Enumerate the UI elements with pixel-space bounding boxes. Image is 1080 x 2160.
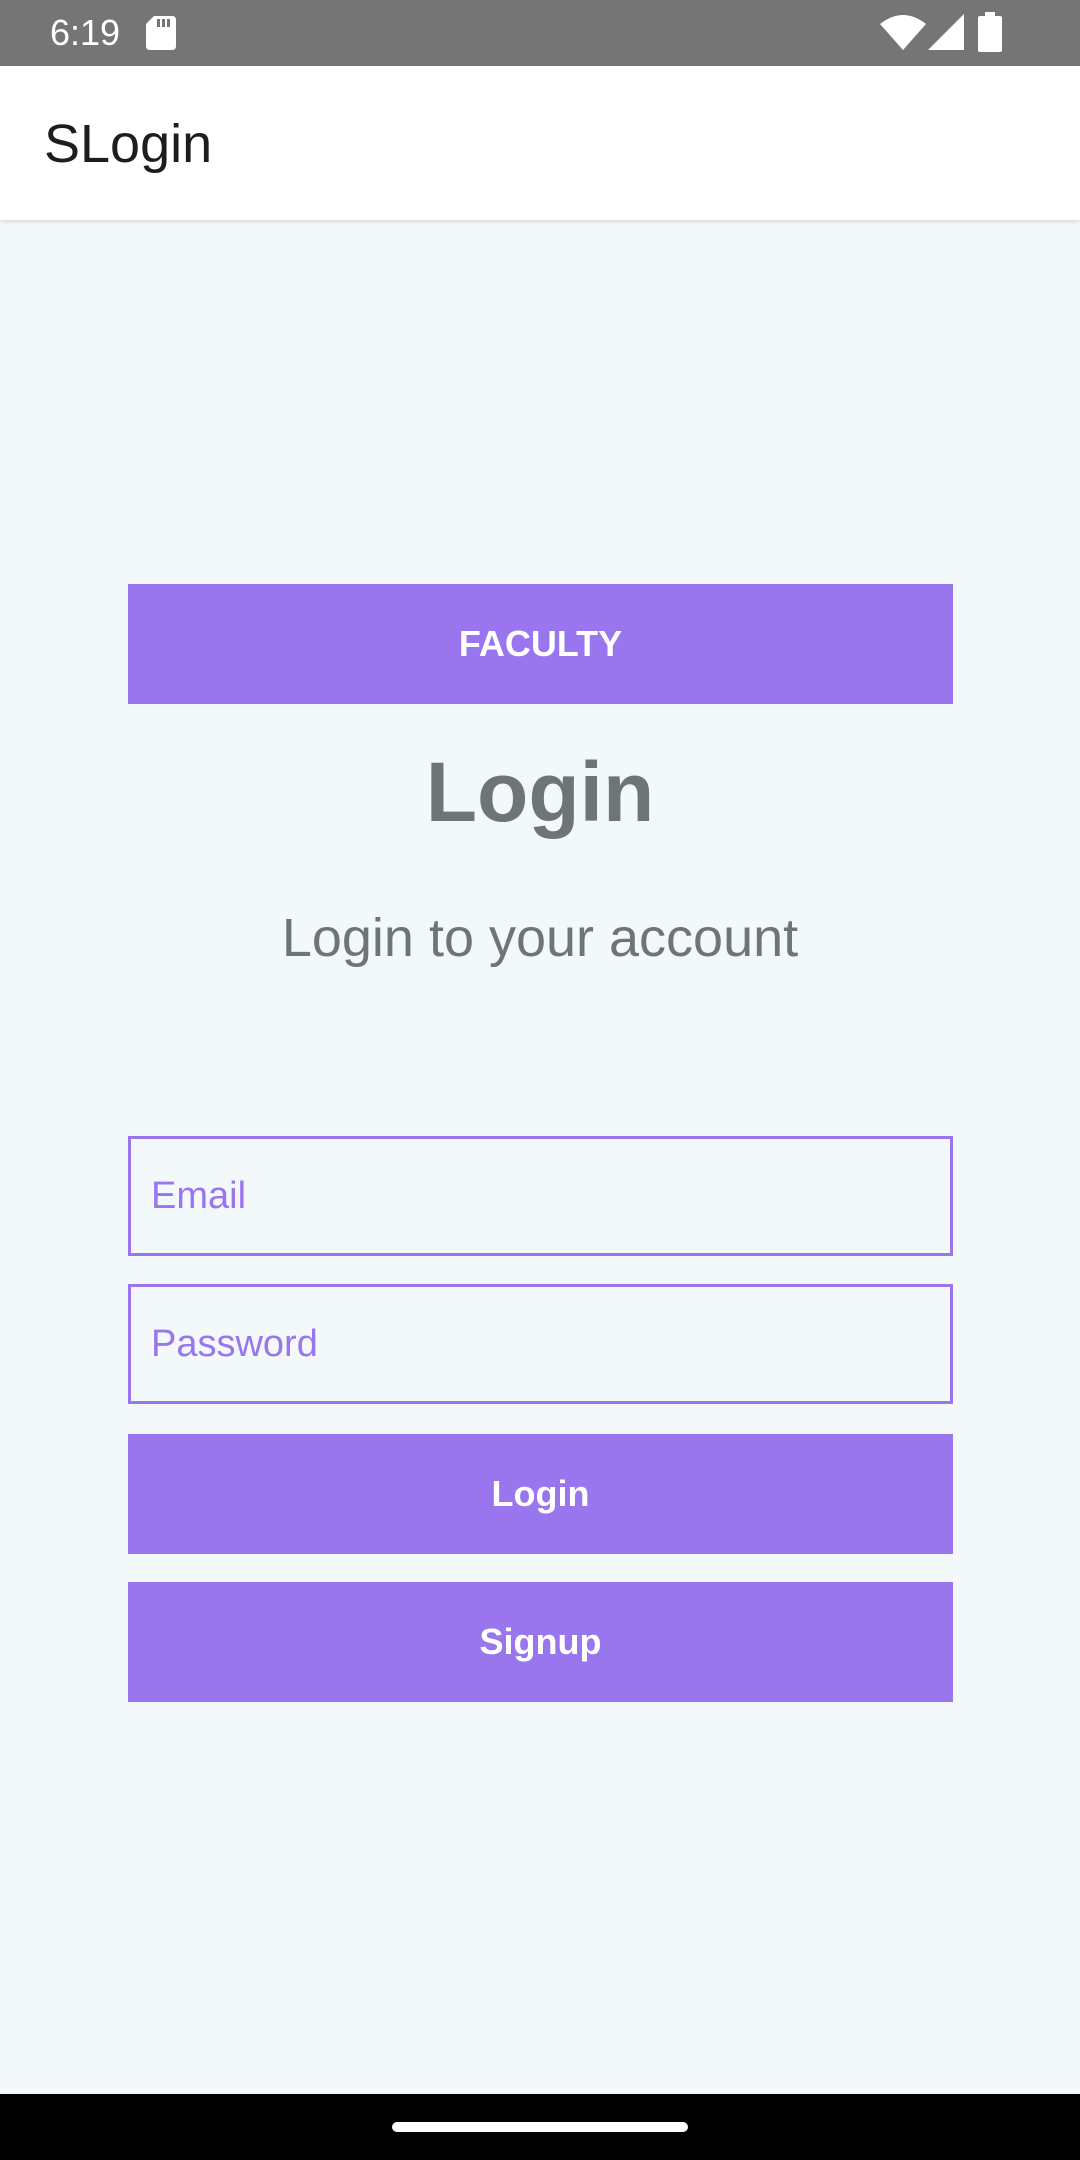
- app-bar: SLogin: [0, 66, 1080, 220]
- faculty-button[interactable]: FACULTY: [128, 584, 953, 704]
- signup-button[interactable]: Signup: [128, 1582, 953, 1702]
- password-field[interactable]: [128, 1284, 953, 1404]
- page-title: Login: [425, 745, 655, 839]
- navigation-bar: [0, 2094, 1080, 2160]
- page-subtitle: Login to your account: [281, 908, 799, 968]
- wifi-icon: [880, 15, 926, 50]
- sd-card-icon: [146, 16, 176, 50]
- home-indicator[interactable]: [392, 2122, 688, 2132]
- login-button[interactable]: Login: [128, 1434, 953, 1554]
- signal-icon: [928, 14, 964, 50]
- email-field[interactable]: [128, 1136, 953, 1256]
- battery-icon: [978, 12, 1002, 52]
- status-bar: 6:19: [0, 0, 1080, 66]
- app-title: SLogin: [44, 114, 213, 174]
- status-time: 6:19: [50, 12, 121, 53]
